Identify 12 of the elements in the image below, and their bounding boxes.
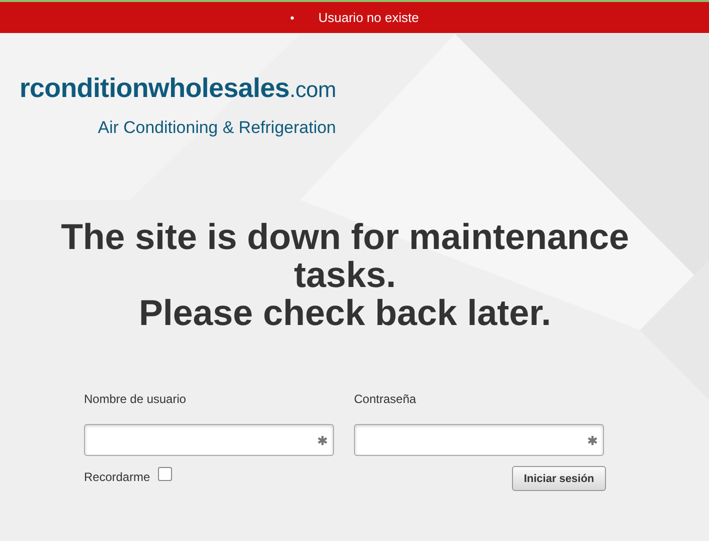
- login-button[interactable]: Iniciar sesión: [512, 466, 606, 491]
- logo-wordmark: rconditionwholesales.com: [19, 73, 336, 104]
- input-field[interactable]: [84, 424, 334, 456]
- maintenance-heading: The site is down for maintenance tasks. Please check back later.: [60, 218, 630, 332]
- field-label: Nombre de usuario: [84, 392, 188, 406]
- remember-label: Recordarme: [84, 470, 150, 484]
- input-field[interactable]: [354, 424, 604, 456]
- alert-message: Usuario no existe: [318, 10, 419, 25]
- logo-tagline: Air Conditioning & Refrigeration: [98, 118, 336, 138]
- bullet-icon: •: [290, 10, 294, 24]
- remember-checkbox[interactable]: [158, 467, 172, 481]
- field-label: Contraseña: [354, 392, 418, 406]
